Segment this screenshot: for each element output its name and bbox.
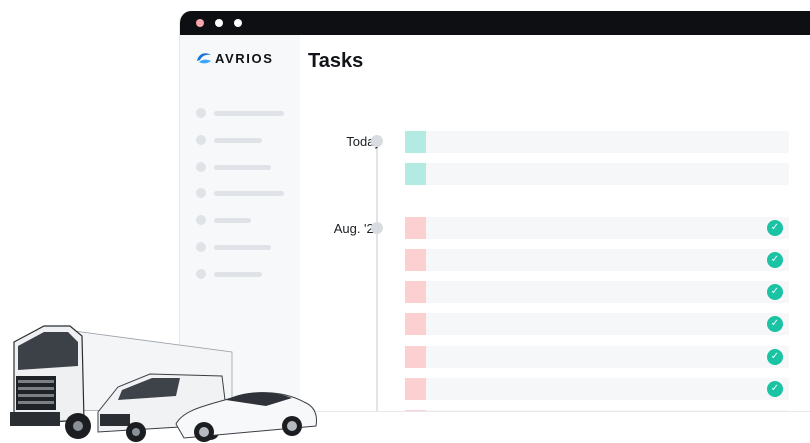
task-status-swatch	[405, 131, 426, 153]
check-circle-icon: ✓	[767, 381, 783, 397]
sidebar-item-placeholder	[214, 110, 284, 116]
sidebar-item-placeholder	[214, 137, 262, 143]
window-maximize-button[interactable]	[234, 19, 242, 27]
sidebar-item-placeholder	[214, 217, 251, 223]
task-row[interactable]: ✓	[405, 378, 789, 400]
sidebar-item-placeholder	[214, 244, 271, 250]
sidebar-item-6[interactable]	[196, 242, 271, 252]
window-minimize-button[interactable]	[215, 19, 223, 27]
sidebar-item-2[interactable]	[196, 135, 262, 145]
avrios-logo-icon	[197, 53, 211, 64]
sidebar-item-placeholder	[214, 271, 262, 277]
title-bar	[180, 11, 810, 35]
sidebar-item-4[interactable]	[196, 188, 284, 198]
task-row[interactable]: ✓	[405, 249, 789, 271]
brand-logo[interactable]: AVRIOS	[196, 50, 273, 66]
sidebar-item-7[interactable]	[196, 269, 262, 279]
check-circle-icon: ✓	[767, 316, 783, 332]
sidebar-item-icon	[196, 108, 206, 118]
sidebar-item-5[interactable]	[196, 215, 251, 225]
check-circle-icon: ✓	[767, 284, 783, 300]
vehicles-illustration	[10, 325, 317, 442]
timeline-line	[376, 143, 378, 411]
task-status-swatch	[405, 410, 426, 411]
task-row[interactable]: ✓	[405, 313, 789, 335]
sidebar-item-icon	[196, 188, 206, 198]
task-status-swatch	[405, 249, 426, 271]
task-row[interactable]	[405, 163, 789, 185]
task-status-swatch	[405, 163, 426, 185]
timeline-node	[371, 135, 383, 147]
timeline-node	[371, 222, 383, 234]
task-row[interactable]	[405, 410, 789, 411]
window-close-button[interactable]	[196, 19, 204, 27]
sidebar-item-icon	[196, 162, 206, 172]
task-status-swatch	[405, 217, 426, 239]
task-status-swatch	[405, 281, 426, 303]
sidebar-item-3[interactable]	[196, 162, 271, 172]
sidebar-item-icon	[196, 269, 206, 279]
sidebar-item-icon	[196, 242, 206, 252]
brand-name: AVRIOS	[215, 50, 274, 66]
task-row[interactable]: ✓	[405, 217, 789, 239]
sidebar-item-placeholder	[214, 164, 271, 170]
task-row[interactable]: ✓	[405, 281, 789, 303]
task-status-swatch	[405, 313, 426, 335]
task-row[interactable]	[405, 131, 789, 153]
task-status-swatch	[405, 378, 426, 400]
sidebar-item-icon	[196, 135, 206, 145]
check-circle-icon: ✓	[767, 220, 783, 236]
task-row[interactable]: ✓	[405, 346, 789, 368]
page-title: Tasks	[308, 50, 364, 72]
task-status-swatch	[405, 346, 426, 368]
sidebar-item-placeholder	[214, 190, 284, 196]
main-content: Tasks Today Aug. '22 ✓ ✓ ✓ ✓ ✓ ✓	[300, 35, 810, 411]
check-circle-icon: ✓	[767, 349, 783, 365]
sidebar-item-1[interactable]	[196, 108, 284, 118]
check-circle-icon: ✓	[767, 252, 783, 268]
sidebar-item-icon	[196, 215, 206, 225]
